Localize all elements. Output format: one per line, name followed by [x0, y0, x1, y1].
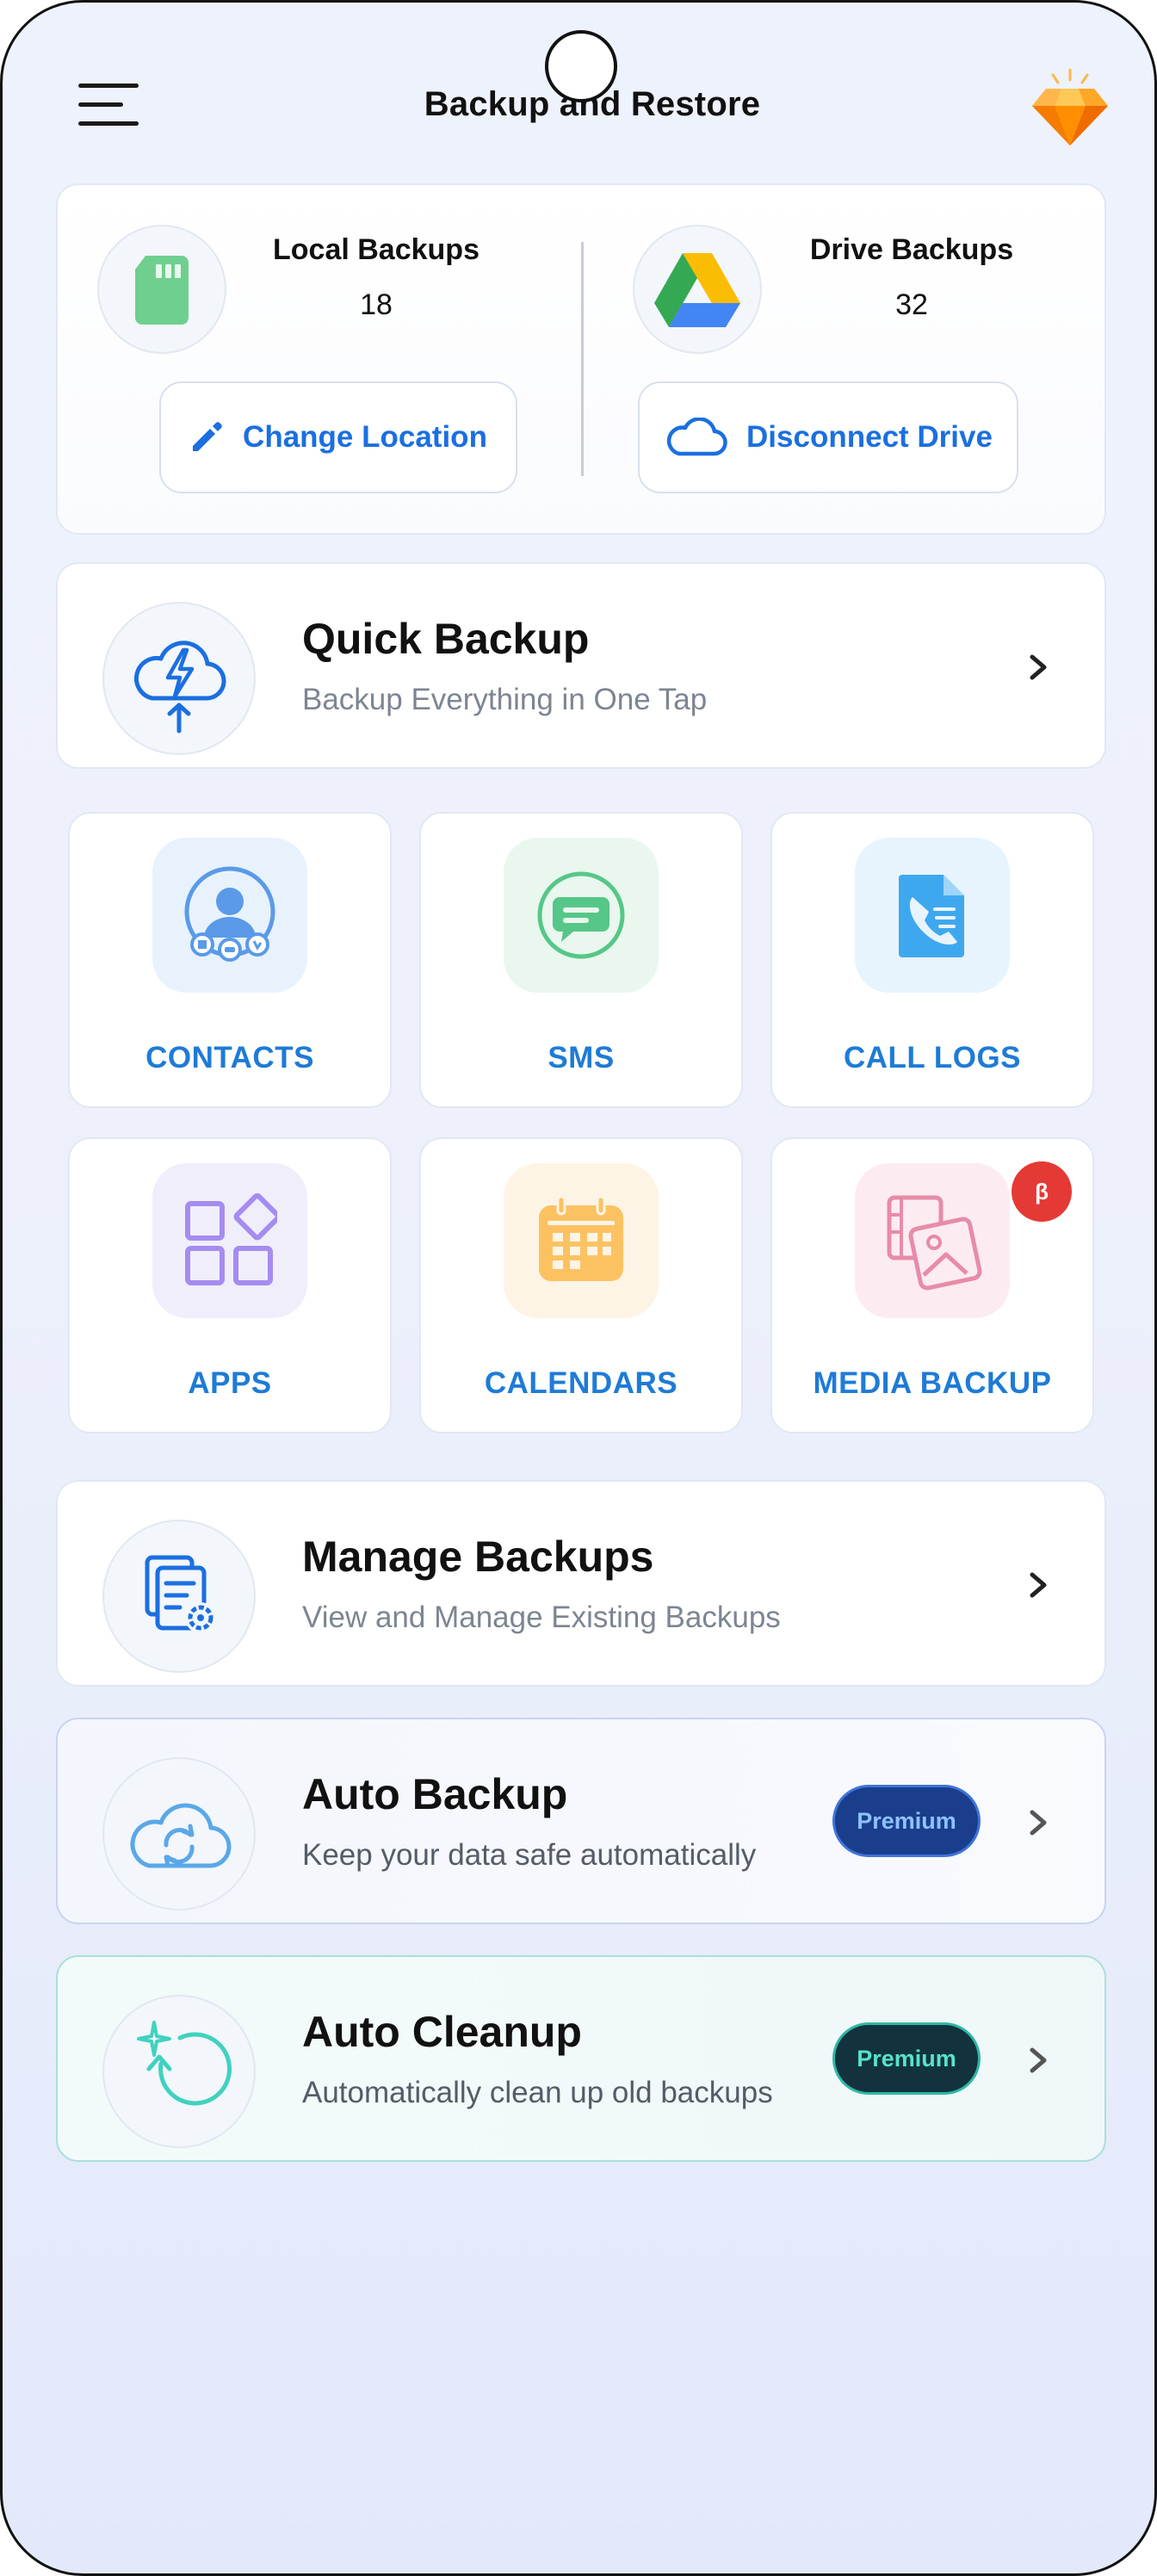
apps-grid-icon: [152, 1163, 307, 1318]
category-label: CALENDARS: [484, 1366, 678, 1400]
front-camera: [545, 30, 617, 102]
category-label: APPS: [188, 1366, 272, 1400]
drive-backups-label: Drive Backups: [809, 233, 1014, 266]
backup-summary-card: Local Backups 18 Change Location Drive B…: [56, 183, 1106, 535]
calendar-icon: [504, 1163, 659, 1318]
disconnect-drive-button[interactable]: Disconnect Drive: [638, 381, 1018, 493]
local-backups-label: Local Backups: [273, 233, 480, 266]
sms-chat-icon: [504, 838, 659, 993]
auto-cleanup-card[interactable]: Auto Cleanup Automatically clean up old …: [56, 1955, 1106, 2162]
contacts-icon: [152, 838, 307, 993]
quick-backup-card[interactable]: Quick Backup Backup Everything in One Ta…: [56, 562, 1106, 769]
chevron-right-icon: [1030, 1810, 1047, 1836]
category-calendars-tile[interactable]: CALENDARS: [419, 1137, 743, 1434]
beta-badge: β: [1012, 1161, 1072, 1222]
google-drive-icon: [633, 225, 762, 354]
cloud-sync-icon: [102, 1757, 256, 1910]
quick-backup-subtitle: Backup Everything in One Tap: [302, 683, 708, 716]
auto-backup-title: Auto Backup: [302, 1770, 568, 1818]
quick-backup-title: Quick Backup: [302, 615, 590, 663]
category-sms-tile[interactable]: SMS: [419, 812, 743, 1108]
local-backups-count: 18: [360, 288, 393, 321]
disconnect-drive-label: Disconnect Drive: [746, 420, 993, 454]
chevron-right-icon: [1030, 2047, 1047, 2073]
documents-gear-icon: [102, 1520, 256, 1673]
call-logs-icon: [855, 838, 1010, 993]
cloud-lightning-upload-icon: [102, 602, 256, 755]
summary-divider: [581, 242, 584, 476]
category-apps-tile[interactable]: APPS: [68, 1137, 392, 1434]
auto-cleanup-title: Auto Cleanup: [302, 2008, 582, 2056]
premium-badge: Premium: [832, 2022, 981, 2095]
category-label: SMS: [548, 1041, 615, 1074]
category-label: MEDIA BACKUP: [813, 1366, 1052, 1400]
manage-backups-card[interactable]: Manage Backups View and Manage Existing …: [56, 1480, 1106, 1687]
sparkle-refresh-icon: [102, 1995, 256, 2148]
change-location-button[interactable]: Change Location: [159, 381, 517, 493]
pencil-icon: [193, 422, 222, 451]
premium-badge: Premium: [832, 1785, 981, 1857]
category-label: CALL LOGS: [843, 1041, 1022, 1074]
media-gallery-icon: [855, 1163, 1010, 1318]
diamond-gem-icon[interactable]: [1027, 68, 1113, 149]
category-label: CONTACTS: [145, 1041, 314, 1074]
category-call-logs-tile[interactable]: CALL LOGS: [770, 812, 1094, 1108]
auto-cleanup-subtitle: Automatically clean up old backups: [302, 2076, 773, 2109]
change-location-label: Change Location: [243, 420, 487, 454]
category-media-backup-tile[interactable]: β MEDIA BACKUP: [770, 1137, 1094, 1434]
phone-screen: Backup and Restore Local Backups 18 Chan…: [0, 0, 1157, 2576]
manage-backups-subtitle: View and Manage Existing Backups: [302, 1601, 781, 1634]
auto-backup-subtitle: Keep your data safe automatically: [302, 1838, 757, 1872]
drive-backups-count: 32: [895, 288, 928, 321]
category-contacts-tile[interactable]: CONTACTS: [68, 812, 392, 1108]
sd-card-icon: [97, 225, 226, 354]
chevron-right-icon: [1030, 654, 1047, 680]
auto-backup-card[interactable]: Auto Backup Keep your data safe automati…: [56, 1718, 1106, 1924]
cloud-icon: [666, 418, 727, 456]
chevron-right-icon: [1030, 1572, 1047, 1598]
manage-backups-title: Manage Backups: [302, 1533, 654, 1581]
